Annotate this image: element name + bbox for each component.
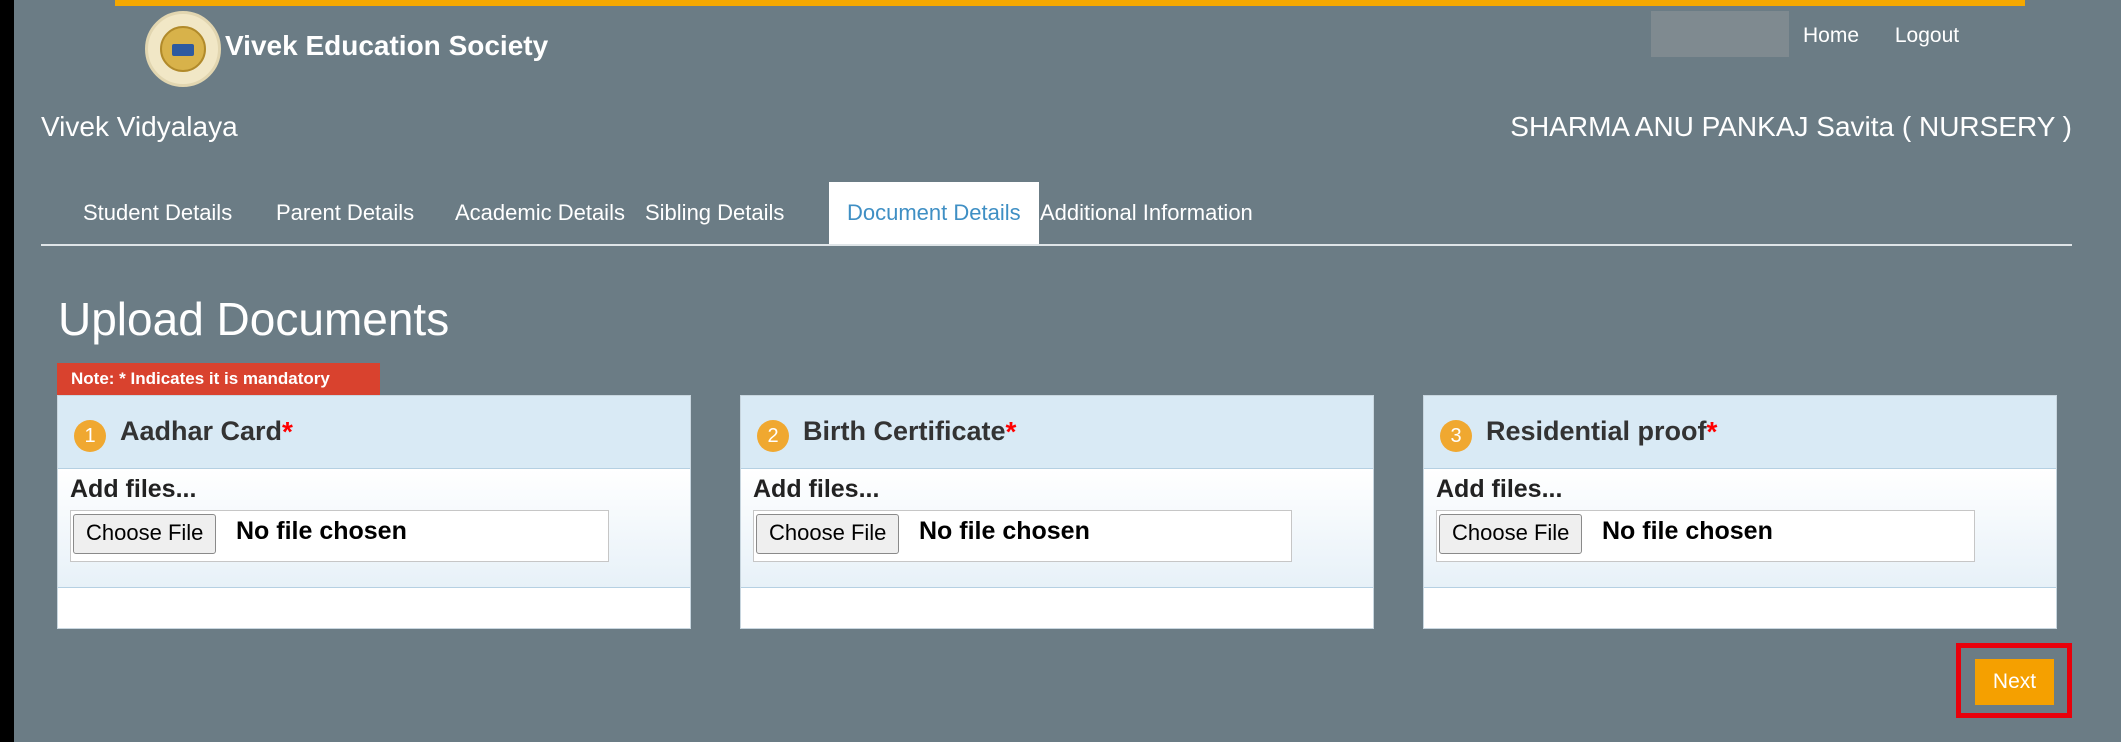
add-files-label: Add files...	[753, 475, 880, 503]
add-files-label: Add files...	[1436, 475, 1563, 503]
document-card-birth-certificate: 2 Birth Certificate* Add files... Choose…	[740, 395, 1374, 629]
top-accent-bar	[115, 0, 2025, 6]
tab-parent-details[interactable]: Parent Details	[258, 182, 432, 244]
file-status: No file chosen	[236, 517, 407, 545]
file-status: No file chosen	[1602, 517, 1773, 545]
window-left-edge	[0, 0, 14, 742]
home-link[interactable]: Home	[1803, 24, 1859, 47]
choose-file-button[interactable]: Choose File	[1439, 514, 1583, 554]
step-number-badge: 1	[74, 420, 106, 452]
document-card-aadhar: 1 Aadhar Card* Add files... Choose File …	[57, 395, 691, 629]
tab-additional-information[interactable]: Additional Information	[1022, 182, 1271, 244]
top-nav: Home Logout	[1803, 24, 1989, 48]
required-asterisk: *	[282, 416, 293, 447]
document-title-text: Residential proof	[1486, 416, 1707, 446]
choose-file-button[interactable]: Choose File	[756, 514, 900, 554]
page-title: Upload Documents	[58, 293, 450, 345]
tab-academic-details[interactable]: Academic Details	[437, 182, 643, 244]
required-asterisk: *	[1706, 416, 1718, 447]
card-header: 2 Birth Certificate*	[741, 396, 1373, 469]
card-body: Add files... Choose File No file chosen	[58, 469, 690, 588]
file-input[interactable]: Choose File No file chosen	[70, 510, 609, 562]
card-header: 3 Residential proof*	[1424, 396, 2056, 469]
card-body: Add files... Choose File No file chosen	[741, 469, 1373, 588]
card-body: Add files... Choose File No file chosen	[1424, 469, 2056, 588]
required-asterisk: *	[1005, 416, 1017, 447]
file-input[interactable]: Choose File No file chosen	[1436, 510, 1975, 562]
tab-sibling-details[interactable]: Sibling Details	[627, 182, 802, 244]
logout-link[interactable]: Logout	[1895, 24, 1959, 47]
user-avatar-placeholder	[1651, 11, 1789, 57]
document-title: Residential proof*	[1486, 416, 1717, 448]
tab-bar: Student Details Parent Details Academic …	[41, 182, 2072, 246]
student-name: SHARMA ANU PANKAJ Savita ( NURSERY )	[1510, 111, 2072, 142]
mandatory-note: Note: * Indicates it is mandatory	[57, 363, 380, 395]
add-files-label: Add files...	[70, 475, 197, 503]
society-logo	[145, 11, 221, 87]
next-button[interactable]: Next	[1975, 659, 2054, 705]
document-title-text: Aadhar Card	[120, 416, 283, 446]
tab-document-details[interactable]: Document Details	[829, 182, 1039, 244]
step-number-badge: 2	[757, 420, 789, 452]
file-status: No file chosen	[919, 517, 1090, 545]
brand-name: Vivek Education Society	[225, 30, 549, 61]
next-button-highlight: Next	[1956, 643, 2072, 718]
tab-student-details[interactable]: Student Details	[65, 182, 250, 244]
document-title: Aadhar Card*	[120, 416, 293, 448]
school-name: Vivek Vidyalaya	[41, 111, 238, 142]
card-header: 1 Aadhar Card*	[58, 396, 690, 469]
choose-file-button[interactable]: Choose File	[73, 514, 217, 554]
document-title: Birth Certificate*	[803, 416, 1016, 448]
document-title-text: Birth Certificate	[803, 416, 1006, 446]
logo-book-icon	[172, 44, 194, 56]
step-number-badge: 3	[1440, 420, 1472, 452]
file-input[interactable]: Choose File No file chosen	[753, 510, 1292, 562]
document-card-residential-proof: 3 Residential proof* Add files... Choose…	[1423, 395, 2057, 629]
